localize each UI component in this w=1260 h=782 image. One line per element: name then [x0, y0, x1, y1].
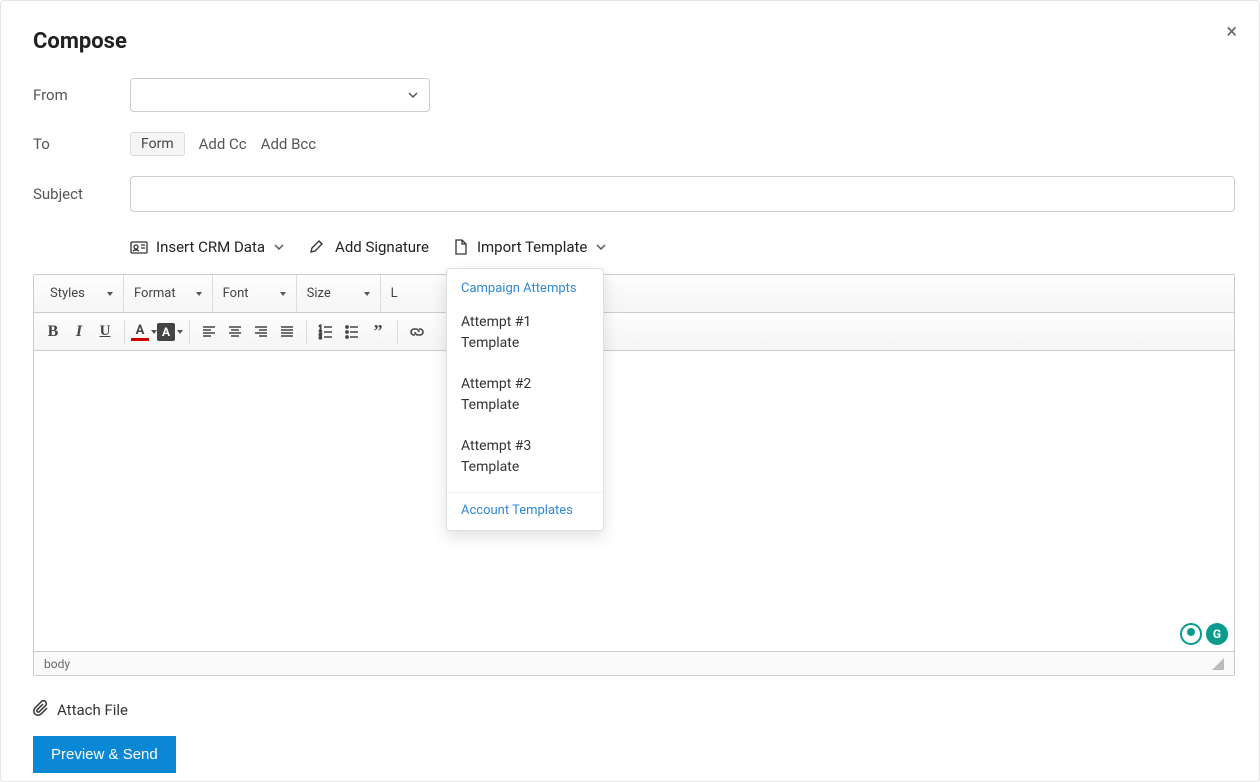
template-menu-item[interactable]: Attempt #2 Template [447, 364, 603, 426]
caret-icon [177, 330, 183, 334]
chevron-down-icon [595, 241, 607, 253]
rich-text-editor: Styles Format Font Size L B I U A A [33, 274, 1235, 676]
insert-crm-label: Insert CRM Data [156, 238, 265, 256]
compose-panel: × Compose From To Form Add Cc Add Bcc Su… [0, 0, 1260, 782]
size-dropdown[interactable]: Size [297, 275, 381, 312]
italic-button[interactable]: I [66, 319, 92, 345]
text-color-button[interactable]: A [131, 319, 157, 345]
align-justify-button[interactable] [274, 319, 300, 345]
unordered-list-button[interactable] [339, 319, 365, 345]
align-right-button[interactable] [248, 319, 274, 345]
pen-icon [309, 239, 327, 255]
add-bcc-button[interactable]: Add Bcc [261, 135, 316, 153]
editor-status-bar: body [34, 651, 1234, 675]
editor-path: body [44, 657, 70, 671]
from-row: From [33, 78, 1235, 112]
hint-icon[interactable] [1180, 623, 1202, 645]
template-menu-item[interactable]: Attempt #3 Template [447, 426, 603, 488]
caret-icon [280, 292, 286, 296]
ordered-list-button[interactable]: 123 [313, 319, 339, 345]
assistant-badges: G [1180, 623, 1228, 645]
caret-icon [196, 292, 202, 296]
import-template-menu: Campaign Attempts Attempt #1 Template At… [446, 268, 604, 531]
editor-toolbar-row-1: Styles Format Font Size L [34, 275, 1234, 313]
import-template-button[interactable]: Import Template [453, 232, 607, 262]
caret-icon [107, 292, 113, 296]
add-signature-label: Add Signature [335, 238, 429, 256]
insert-crm-button[interactable]: Insert CRM Data [130, 232, 285, 262]
template-menu-footer[interactable]: Account Templates [447, 497, 603, 524]
compose-actions-bar: Insert CRM Data Add Signature Import Tem… [130, 232, 1235, 262]
styles-dropdown[interactable]: Styles [40, 275, 124, 312]
subject-label: Subject [33, 185, 130, 203]
from-select[interactable] [130, 78, 430, 112]
chevron-down-icon [273, 241, 285, 253]
subject-input[interactable] [130, 176, 1235, 212]
attach-file-button[interactable]: Attach File [33, 700, 1235, 720]
resize-handle-icon[interactable] [1212, 658, 1224, 670]
line-dropdown[interactable]: L [381, 275, 411, 312]
to-label: To [33, 135, 130, 153]
font-dropdown[interactable]: Font [213, 275, 297, 312]
blockquote-button[interactable]: ” [365, 319, 391, 345]
id-card-icon [130, 239, 148, 255]
bg-color-button[interactable]: A [157, 319, 183, 345]
format-dropdown[interactable]: Format [124, 275, 213, 312]
underline-button[interactable]: U [92, 319, 118, 345]
svg-text:3: 3 [319, 335, 322, 340]
align-left-button[interactable] [196, 319, 222, 345]
separator [189, 320, 190, 344]
separator [306, 320, 307, 344]
template-menu-item[interactable]: Attempt #1 Template [447, 302, 603, 364]
divider [447, 492, 603, 493]
import-template-label: Import Template [477, 238, 587, 256]
editor-toolbar-row-2: B I U A A 123 [34, 313, 1234, 351]
from-label: From [33, 86, 130, 104]
link-button[interactable] [404, 319, 430, 345]
preview-send-button[interactable]: Preview & Send [33, 736, 176, 773]
paperclip-icon [33, 700, 49, 720]
template-menu-header[interactable]: Campaign Attempts [447, 275, 603, 302]
attach-file-label: Attach File [57, 701, 128, 719]
add-cc-button[interactable]: Add Cc [199, 135, 247, 153]
separator [124, 320, 125, 344]
subject-row: Subject [33, 176, 1235, 212]
to-chip[interactable]: Form [130, 132, 185, 156]
file-icon [453, 239, 469, 255]
chevron-down-icon [407, 89, 419, 101]
editor-body[interactable]: G [34, 351, 1234, 651]
close-icon[interactable]: × [1226, 19, 1237, 43]
align-center-button[interactable] [222, 319, 248, 345]
grammarly-icon[interactable]: G [1206, 623, 1228, 645]
separator [397, 320, 398, 344]
page-title: Compose [33, 29, 1235, 54]
add-signature-button[interactable]: Add Signature [309, 232, 429, 262]
to-row: To Form Add Cc Add Bcc [33, 132, 1235, 156]
bold-button[interactable]: B [40, 319, 66, 345]
caret-icon [364, 292, 370, 296]
